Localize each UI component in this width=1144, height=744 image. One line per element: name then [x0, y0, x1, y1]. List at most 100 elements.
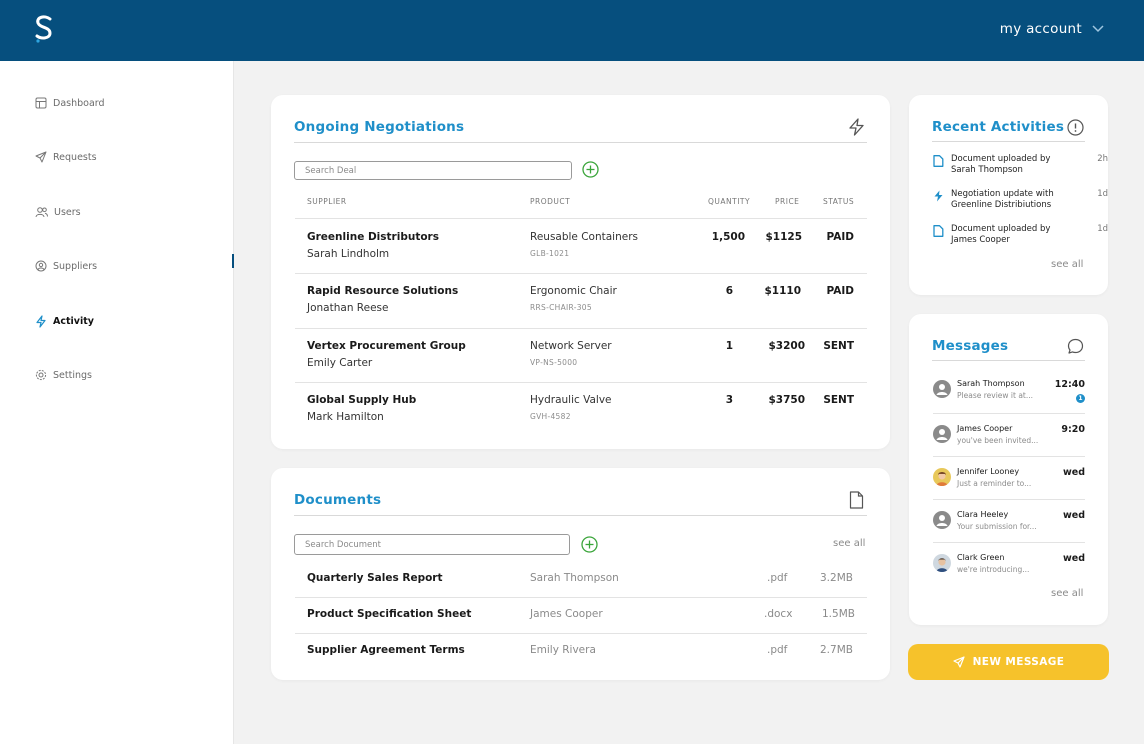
chat-bubble-icon	[1067, 338, 1084, 354]
see-all-activities-link[interactable]: see all	[1051, 259, 1083, 270]
column-header-price: PRICE	[775, 197, 800, 206]
gear-icon	[35, 369, 47, 381]
sidebar-item-settings[interactable]: Settings	[35, 369, 92, 381]
document-owner: Emily Rivera	[530, 644, 596, 656]
contact-name: Mark Hamilton	[307, 411, 384, 423]
document-icon	[849, 491, 864, 509]
sidebar-item-requests[interactable]: Requests	[35, 151, 97, 163]
search-deal-input[interactable]	[294, 161, 572, 180]
avatar	[933, 554, 951, 572]
divider	[295, 218, 867, 219]
lightning-icon	[934, 190, 943, 202]
divider	[295, 328, 867, 329]
divider	[932, 360, 1085, 361]
user-icon	[936, 515, 948, 526]
messages-card: Messages Sarah Thompson Please review it…	[909, 314, 1108, 625]
new-message-label: NEW MESSAGE	[972, 656, 1065, 668]
quantity-value: 3	[725, 394, 733, 406]
product-sku: GVH-4582	[530, 412, 571, 421]
logo-icon[interactable]	[30, 14, 58, 44]
divider	[933, 413, 1085, 414]
message-item[interactable]: Clark Green we're introducing... wed	[933, 545, 1085, 587]
account-menu[interactable]: my account	[1000, 21, 1104, 37]
user-photo-icon	[936, 558, 948, 572]
supplier-name: Vertex Procurement Group	[307, 340, 466, 352]
quantity-value: 1	[725, 340, 733, 352]
sidebar-item-users[interactable]: Users	[35, 206, 81, 218]
product-name: Ergonomic Chair	[530, 285, 617, 297]
negotiations-card: Ongoing Negotiations SUPPLIER PRODUCT QU…	[271, 95, 890, 449]
search-document-input[interactable]	[294, 534, 570, 555]
avatar	[933, 511, 951, 529]
activity-time: 1d	[1097, 189, 1108, 199]
send-icon	[35, 151, 47, 163]
unread-badge: 1	[1076, 394, 1085, 403]
document-owner: James Cooper	[530, 608, 603, 620]
sidebar-item-label: Activity	[53, 316, 94, 327]
message-time: 12:40	[1054, 379, 1085, 390]
activity-item[interactable]: Negotiation update with Greenline Distri…	[933, 189, 1108, 213]
card-title: Recent Activities	[932, 119, 1065, 135]
message-item[interactable]: Clara Heeley Your submission for... wed	[933, 502, 1085, 544]
document-icon	[933, 225, 944, 237]
activity-item[interactable]: Document uploaded by Sarah Thompson 2h	[933, 154, 1108, 178]
product-sku: VP-NS-5000	[530, 358, 578, 367]
message-time: wed	[1062, 467, 1085, 478]
divider	[933, 456, 1085, 457]
sidebar: Dashboard Requests Users Suppliers Activ…	[0, 61, 234, 744]
see-all-documents-link[interactable]: see all	[833, 538, 865, 549]
supplier-name: Rapid Resource Solutions	[307, 285, 459, 297]
message-item[interactable]: Jennifer Looney Just a reminder to... we…	[933, 459, 1085, 501]
product-name: Reusable Containers	[530, 231, 639, 243]
sidebar-item-dashboard[interactable]: Dashboard	[35, 97, 105, 109]
document-size: 2.7MB	[820, 644, 853, 656]
sidebar-item-label: Requests	[53, 151, 97, 163]
user-photo-icon	[936, 472, 948, 486]
supplier-name: Greenline Distributors	[307, 231, 439, 243]
suppliers-icon	[35, 260, 47, 272]
column-header-supplier: SUPPLIER	[307, 197, 347, 206]
message-item[interactable]: Sarah Thompson Please review it at... 12…	[933, 371, 1085, 413]
user-icon	[936, 429, 948, 440]
avatar	[933, 425, 951, 443]
message-time: 9:20	[1061, 424, 1085, 435]
message-item[interactable]: James Cooper you've been invited... 9:20	[933, 416, 1085, 458]
see-all-messages-link[interactable]: see all	[1051, 588, 1083, 599]
activity-item[interactable]: Document uploaded by James Cooper 1d	[933, 224, 1108, 248]
product-name: Network Server	[530, 340, 612, 352]
documents-card: Documents see all Quarterly Sales Report…	[271, 468, 890, 680]
message-time: wed	[1062, 510, 1085, 521]
lightning-icon	[849, 118, 864, 136]
users-icon	[35, 207, 48, 218]
activity-text: Negotiation update with Greenline Distri…	[951, 189, 1054, 210]
card-title: Messages	[932, 338, 1009, 354]
price-value: $1110	[764, 285, 801, 297]
quantity-value: 1,500	[711, 231, 745, 243]
sidebar-item-suppliers[interactable]: Suppliers	[35, 260, 97, 272]
contact-name: Sarah Lindholm	[307, 248, 390, 260]
product-sku: RRS-CHAIR-305	[530, 303, 592, 312]
add-document-button[interactable]	[581, 536, 598, 553]
user-icon	[936, 384, 948, 395]
activity-text: Document uploaded by Sarah Thompson	[951, 154, 1051, 175]
document-extension: .pdf	[767, 644, 788, 656]
sidebar-item-activity[interactable]: Activity	[35, 315, 94, 328]
sidebar-item-label: Settings	[53, 369, 92, 381]
message-preview: we're introducing...	[957, 565, 1030, 574]
new-message-button[interactable]: NEW MESSAGE	[908, 644, 1109, 680]
divider	[294, 142, 867, 143]
document-size: 3.2MB	[820, 572, 853, 584]
add-deal-button[interactable]	[582, 161, 599, 178]
divider	[295, 273, 867, 274]
document-extension: .docx	[764, 608, 793, 620]
sidebar-item-label: Dashboard	[53, 97, 105, 109]
card-title: Documents	[294, 492, 382, 508]
contact-name: Emily Carter	[307, 357, 373, 369]
message-sender: Jennifer Looney	[957, 467, 1020, 476]
document-name: Supplier Agreement Terms	[307, 644, 465, 656]
card-title: Ongoing Negotiations	[294, 119, 465, 135]
message-preview: Please review it at...	[957, 391, 1034, 400]
price-value: $3200	[768, 340, 805, 352]
document-name: Product Specification Sheet	[307, 608, 472, 620]
active-indicator	[232, 254, 234, 268]
